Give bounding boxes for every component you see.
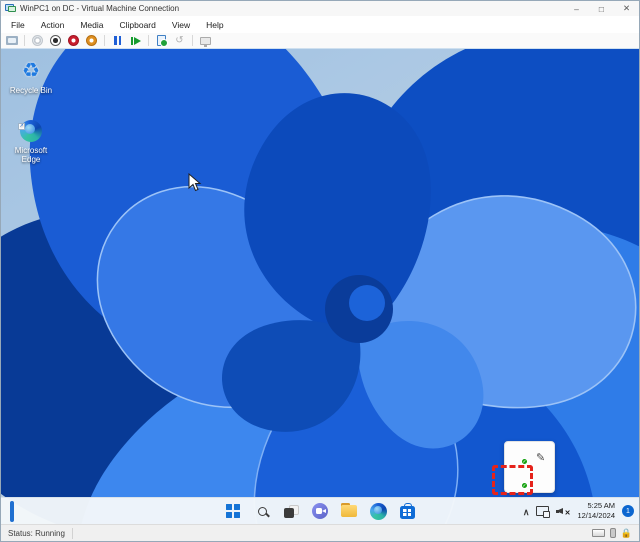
menu-action[interactable]: Action: [33, 18, 73, 32]
chat-button[interactable]: [312, 503, 329, 520]
menu-view[interactable]: View: [164, 18, 198, 32]
tray-pen-icon[interactable]: ✎: [536, 448, 550, 464]
reset-button[interactable]: [129, 34, 142, 47]
turn-off-icon: [50, 35, 61, 46]
status-usb-icon: [609, 528, 616, 538]
chat-icon: [312, 503, 328, 519]
clock-time: 5:25 AM: [587, 500, 615, 510]
network-tray-icon[interactable]: [536, 506, 551, 518]
search-icon: [257, 506, 267, 516]
taskbar-clock[interactable]: 5:25 AM 12/14/2024: [577, 501, 615, 521]
task-view-button[interactable]: [283, 503, 300, 520]
clock-date: 12/14/2024: [577, 511, 615, 520]
revert-button[interactable]: ↺: [173, 34, 186, 47]
checkpoint-icon: [157, 35, 168, 47]
toolbar-separator: [24, 35, 25, 46]
microsoft-store-icon: [399, 503, 415, 519]
keyboard-icon: [5, 36, 18, 45]
reset-icon: [130, 36, 141, 45]
shortcut-arrow-icon: ↗: [18, 123, 25, 130]
taskbar-widgets-button[interactable]: [10, 501, 14, 522]
menu-file[interactable]: File: [3, 18, 33, 32]
status-text: Status: Running: [8, 528, 65, 538]
vm-desktop[interactable]: ♻ Recycle Bin ↗ Microsoft Edge ✓ ✎ ✓ ∧ ✕…: [1, 49, 639, 524]
pause-button[interactable]: [111, 34, 124, 47]
shut-down-icon: [68, 35, 79, 46]
menu-clipboard[interactable]: Clipboard: [111, 18, 163, 32]
tray-chevron-up-icon[interactable]: ∧: [523, 507, 530, 518]
status-separator: [71, 527, 73, 539]
mouse-cursor: [188, 173, 202, 192]
windows-start-icon: [226, 504, 240, 518]
shut-down-button[interactable]: [67, 34, 80, 47]
toolbar-separator: [192, 35, 193, 46]
menu-bar: File Action Media Clipboard View Help: [1, 16, 639, 33]
desktop-icon-recycle-bin[interactable]: ♻ Recycle Bin: [5, 57, 57, 96]
file-explorer-button[interactable]: [341, 503, 358, 520]
menu-help[interactable]: Help: [198, 18, 231, 32]
recycle-bin-icon: ♻: [22, 59, 40, 82]
desktop-icon-label: Microsoft Edge: [14, 146, 48, 165]
tray-security-check-icon[interactable]: ✓: [512, 449, 528, 465]
revert-icon: ↺: [175, 34, 184, 46]
task-view-icon: [283, 504, 299, 518]
toolbar-separator: [148, 35, 149, 46]
status-bar: Status: Running 🔒: [1, 524, 639, 541]
store-button[interactable]: [399, 503, 416, 520]
taskbar: ∧ ✕ 5:25 AM 12/14/2024 1: [1, 497, 639, 524]
status-lock-icon: 🔒: [620, 527, 632, 538]
enhanced-session-button[interactable]: [199, 34, 212, 47]
enhanced-session-icon: [200, 36, 211, 47]
start-button[interactable]: [225, 503, 242, 520]
file-explorer-icon: [341, 503, 357, 517]
checkpoint-button[interactable]: [155, 34, 168, 47]
notification-badge[interactable]: 1: [622, 505, 634, 517]
title-bar: WinPC1 on DC - Virtual Machine Connectio…: [1, 1, 639, 16]
check-badge-icon: ✓: [521, 458, 528, 465]
vm-toolbar: ↺: [1, 33, 639, 49]
desktop-icon-microsoft-edge[interactable]: ↗ Microsoft Edge: [5, 117, 57, 164]
close-button[interactable]: ✕: [614, 1, 639, 16]
start-vm-button[interactable]: [31, 34, 44, 47]
save-icon: [86, 35, 97, 46]
window-title: WinPC1 on DC - Virtual Machine Connectio…: [20, 4, 180, 13]
save-vm-button[interactable]: [85, 34, 98, 47]
annotation-highlight-box: [492, 465, 533, 495]
maximize-button[interactable]: □: [589, 1, 614, 16]
status-keyboard-icon: [591, 529, 605, 537]
vmconnect-app-icon: [5, 4, 16, 13]
start-icon: [32, 35, 43, 46]
desktop-icon-label: Recycle Bin: [9, 86, 53, 95]
turn-off-button[interactable]: [49, 34, 62, 47]
search-button[interactable]: [254, 503, 271, 520]
edge-icon: [369, 502, 387, 520]
edge-taskbar-button[interactable]: [369, 502, 387, 520]
menu-media[interactable]: Media: [72, 18, 111, 32]
widgets-icon: [10, 501, 14, 522]
pause-icon: [114, 36, 121, 45]
toolbar-separator: [104, 35, 105, 46]
minimize-button[interactable]: –: [564, 1, 589, 16]
volume-muted-icon[interactable]: ✕: [556, 506, 570, 517]
vm-connection-window: WinPC1 on DC - Virtual Machine Connectio…: [0, 0, 640, 542]
ctrl-alt-delete-button[interactable]: [5, 34, 18, 47]
